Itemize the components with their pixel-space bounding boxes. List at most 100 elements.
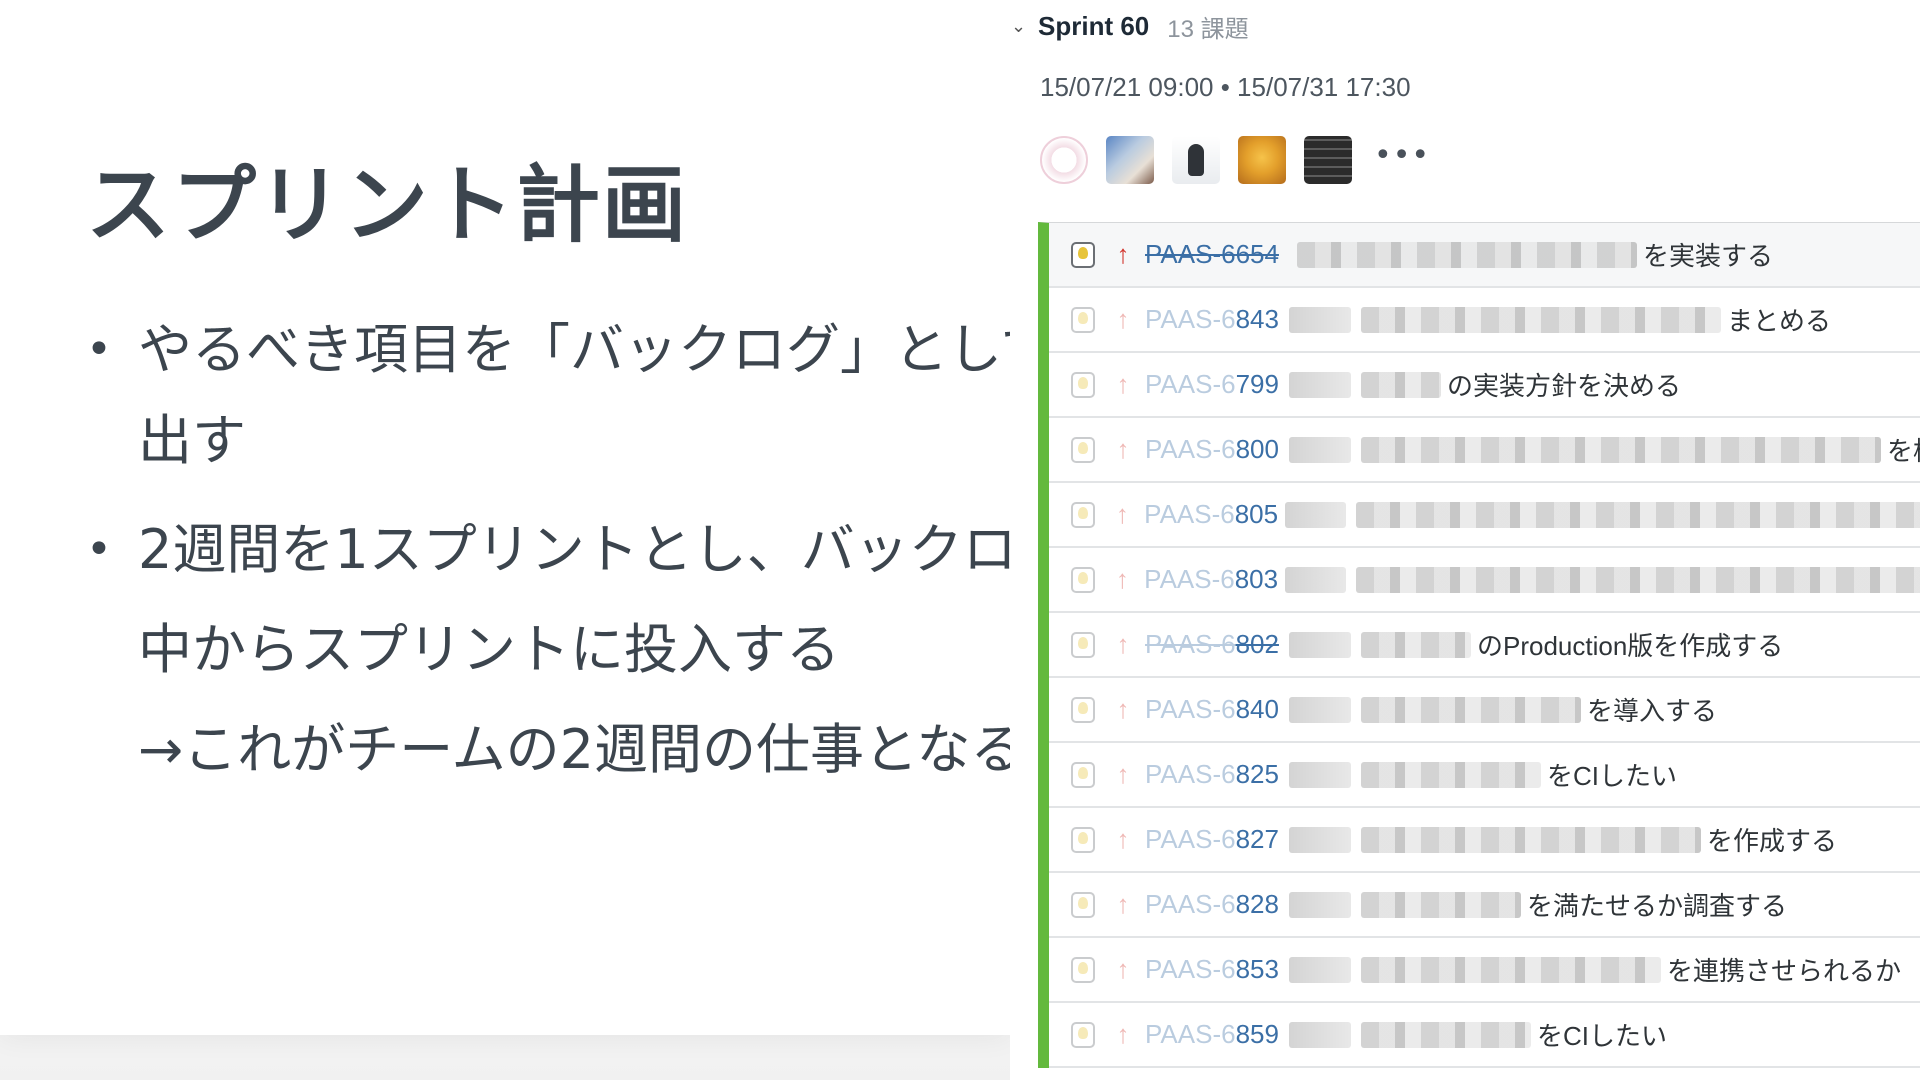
issue-key-prefix: PAAS-6 xyxy=(1144,564,1235,594)
issue-summary: の実装方針を決める xyxy=(1447,371,1682,401)
issue-row[interactable]: ↑ PAAS-6825 をCIしたい xyxy=(1049,743,1920,808)
redacted-text xyxy=(1361,631,1471,658)
issue-key-number: 843 xyxy=(1235,304,1279,334)
issue-key-number: 859 xyxy=(1235,1019,1279,1049)
improvement-type-icon xyxy=(1071,241,1095,268)
more-avatars-icon[interactable]: ••• xyxy=(1374,138,1430,173)
issue-key-number: 654 xyxy=(1235,239,1279,269)
redacted-text xyxy=(1289,371,1351,398)
issue-key-prefix: PAAS-6 xyxy=(1145,239,1236,269)
priority-high-icon: ↑ xyxy=(1116,824,1130,854)
issue-key-number: 803 xyxy=(1234,564,1279,594)
issue-key-prefix: PAAS-6 xyxy=(1145,629,1236,659)
issue-key-prefix: PAAS-6 xyxy=(1145,889,1236,919)
issue-key-link[interactable]: PAAS-6800 xyxy=(1145,434,1287,465)
priority-high-icon: ↑ xyxy=(1115,564,1129,594)
redacted-text xyxy=(1285,566,1346,593)
redacted-text xyxy=(1289,306,1351,333)
priority-high-icon: ↑ xyxy=(1116,369,1130,399)
issue-key-link[interactable]: PAAS-6805 xyxy=(1144,499,1283,530)
issue-summary: をCIしたい xyxy=(1547,761,1678,791)
issue-row[interactable]: ↑ PAAS-6853 を連携させられるか xyxy=(1049,938,1920,1003)
issue-key-link[interactable]: PAAS-6827 xyxy=(1145,824,1287,855)
redacted-text xyxy=(1361,1021,1531,1048)
issue-summary: を導入する xyxy=(1587,696,1718,726)
issue-key-link[interactable]: PAAS-6843 xyxy=(1145,304,1287,335)
issue-key-prefix: PAAS-6 xyxy=(1145,369,1236,399)
redacted-text xyxy=(1289,826,1351,853)
issue-summary: を検 xyxy=(1887,436,1920,466)
issue-key-link[interactable]: PAAS-6859 xyxy=(1145,1019,1287,1050)
issue-row[interactable]: ↑ PAAS-6803 xyxy=(1049,548,1920,613)
issue-row[interactable]: ↑ PAAS-6802 のProduction版を作成する xyxy=(1049,613,1920,678)
issue-summary: のProduction版を作成する xyxy=(1477,631,1784,661)
issue-count: 13 課題 xyxy=(1167,15,1249,43)
improvement-type-icon xyxy=(1071,1021,1095,1048)
priority-high-icon: ↑ xyxy=(1116,629,1130,659)
issue-row[interactable]: ↑ PAAS-6654 を実装する xyxy=(1049,223,1920,288)
priority-high-icon: ↑ xyxy=(1116,694,1130,724)
issue-key-prefix: PAAS-6 xyxy=(1145,954,1236,984)
redacted-text xyxy=(1355,566,1920,593)
issue-row[interactable]: ↑ PAAS-6827 を作成する xyxy=(1049,808,1920,873)
issue-summary: を満たせるか調査する xyxy=(1527,891,1788,921)
redacted-text xyxy=(1361,436,1881,463)
redacted-text xyxy=(1297,241,1637,268)
issue-row[interactable]: ↑ PAAS-6859 をCIしたい xyxy=(1049,1003,1920,1068)
issue-key-link[interactable]: PAAS-6828 xyxy=(1145,889,1287,920)
issue-key-link[interactable]: PAAS-6654 xyxy=(1145,239,1287,270)
issue-key-link[interactable]: PAAS-6853 xyxy=(1145,954,1287,985)
sprint-name: Sprint 60 xyxy=(1038,10,1150,41)
issue-key-number: 805 xyxy=(1234,499,1279,529)
issue-key-link[interactable]: PAAS-6799 xyxy=(1145,369,1287,400)
avatar[interactable] xyxy=(1040,136,1088,184)
issue-summary: を作成する xyxy=(1707,826,1838,856)
issue-list: ↑ PAAS-6654 を実装する ↑ PAAS-6843 まとめる ↑ PAAS-6799 の… xyxy=(1038,222,1920,1068)
issue-key-link[interactable]: PAAS-6802 xyxy=(1145,629,1287,660)
issue-row[interactable]: ↑ PAAS-6828 を満たせるか調査する xyxy=(1049,873,1920,938)
avatar[interactable] xyxy=(1106,136,1154,184)
redacted-text xyxy=(1285,501,1346,528)
issue-row[interactable]: ↑ PAAS-6805 xyxy=(1049,483,1920,548)
priority-high-icon: ↑ xyxy=(1116,239,1130,269)
issue-row[interactable]: ↑ PAAS-6840 を導入する xyxy=(1049,678,1920,743)
issue-key-prefix: PAAS-6 xyxy=(1145,694,1236,724)
improvement-type-icon xyxy=(1071,436,1095,463)
improvement-type-icon xyxy=(1071,761,1095,788)
issue-key-number: 828 xyxy=(1235,889,1279,919)
redacted-text xyxy=(1355,501,1920,528)
assignee-avatars: ••• xyxy=(1040,136,1430,184)
issue-key-prefix: PAAS-6 xyxy=(1145,824,1236,854)
issue-key-prefix: PAAS-6 xyxy=(1145,304,1236,334)
issue-row[interactable]: ↑ PAAS-6800 を検 xyxy=(1049,418,1920,483)
issue-key-link[interactable]: PAAS-6840 xyxy=(1145,694,1287,725)
slide-title: スプリント計画 xyxy=(86,156,689,254)
issue-row[interactable]: ↑ PAAS-6799 の実装方針を決める xyxy=(1049,353,1920,418)
improvement-type-icon xyxy=(1071,371,1095,398)
issue-row[interactable]: ↑ PAAS-6843 まとめる xyxy=(1049,288,1920,353)
redacted-text xyxy=(1289,696,1351,723)
issue-key-number: 799 xyxy=(1235,369,1279,399)
issue-key-number: 800 xyxy=(1235,434,1279,464)
bullet-dot: • xyxy=(86,324,112,375)
improvement-type-icon xyxy=(1071,891,1095,918)
sprint-header[interactable]: ⌄ Sprint 60 13 課題 xyxy=(1010,6,1249,46)
issue-key-prefix: PAAS-6 xyxy=(1144,499,1235,529)
issue-key-number: 840 xyxy=(1235,694,1279,724)
improvement-type-icon xyxy=(1071,696,1095,723)
redacted-text xyxy=(1289,761,1351,788)
improvement-type-icon xyxy=(1071,631,1095,658)
issue-summary: を連携させられるか xyxy=(1667,956,1902,986)
redacted-text xyxy=(1361,956,1661,983)
issue-key-prefix: PAAS-6 xyxy=(1145,434,1236,464)
avatar[interactable] xyxy=(1238,136,1286,184)
avatar[interactable] xyxy=(1304,136,1352,184)
priority-high-icon: ↑ xyxy=(1116,759,1130,789)
issue-key-link[interactable]: PAAS-6825 xyxy=(1145,759,1287,790)
avatar[interactable] xyxy=(1172,136,1220,184)
issue-key-link[interactable]: PAAS-6803 xyxy=(1144,564,1283,595)
chevron-down-icon[interactable]: ⌄ xyxy=(1011,16,1033,37)
issue-key-number: 827 xyxy=(1235,824,1279,854)
improvement-type-icon xyxy=(1071,306,1095,333)
priority-high-icon: ↑ xyxy=(1115,499,1129,529)
